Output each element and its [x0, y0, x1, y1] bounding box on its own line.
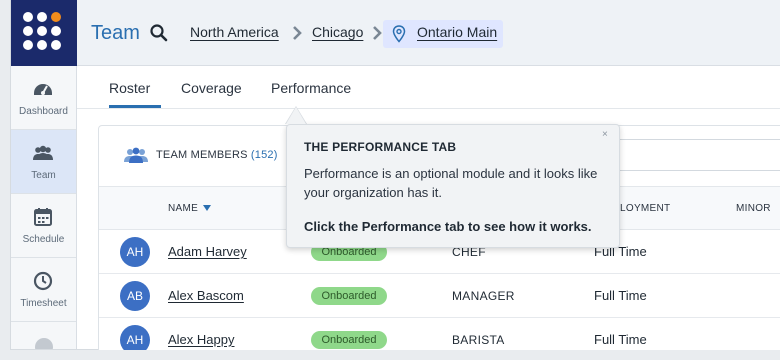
page-bottom-edge — [0, 350, 780, 360]
gauge-icon — [34, 84, 52, 95]
tab-roster[interactable]: Roster — [109, 80, 150, 96]
column-header-minor[interactable]: MINOR — [736, 203, 771, 214]
logo-dot — [37, 12, 47, 22]
logo-dot — [23, 26, 33, 36]
column-header-name[interactable]: NAME — [168, 203, 198, 214]
calendar-icon — [34, 208, 52, 226]
logo-dot — [51, 40, 61, 50]
member-employment: Full Time — [594, 332, 647, 347]
tooltip-pointer — [286, 107, 306, 124]
sidebar-item-label: Timesheet — [20, 298, 67, 309]
member-name-link[interactable]: Alex Bascom — [168, 288, 244, 303]
filter-input[interactable] — [612, 139, 780, 171]
avatar: AH — [120, 237, 150, 267]
breadcrumb-city[interactable]: Chicago — [312, 24, 363, 40]
member-employment: Full Time — [594, 288, 647, 303]
sidebar-item-team[interactable]: Team — [11, 130, 76, 194]
member-role: BARISTA — [452, 333, 505, 347]
status-badge: Onboarded — [311, 287, 387, 305]
tab-coverage[interactable]: Coverage — [181, 80, 242, 96]
sidebar-item-label: Dashboard — [19, 106, 68, 117]
chevron-right-icon — [373, 26, 382, 40]
sidebar: Dashboard Team Schedule Timesheet — [11, 66, 77, 349]
clock-icon — [33, 271, 53, 291]
logo-dot — [23, 12, 33, 22]
search-icon[interactable] — [149, 23, 169, 43]
people-icon — [124, 147, 148, 163]
tabs-divider — [77, 108, 780, 109]
info-icon[interactable] — [35, 338, 53, 349]
breadcrumb-location[interactable]: Ontario Main — [417, 24, 497, 40]
close-icon[interactable]: × — [602, 129, 608, 140]
avatar: AB — [120, 281, 150, 311]
logo-dot — [51, 26, 61, 36]
status-badge: Onboarded — [311, 331, 387, 349]
tooltip-body: Performance is an optional module and it… — [304, 166, 598, 200]
member-name-link[interactable]: Adam Harvey — [168, 244, 247, 259]
member-name-link[interactable]: Alex Happy — [168, 332, 234, 347]
sidebar-item-label: Team — [31, 170, 56, 181]
sort-down-icon[interactable] — [203, 205, 211, 211]
logo-dot — [37, 26, 47, 36]
people-icon — [33, 145, 53, 160]
sidebar-item-label: Schedule — [22, 234, 65, 245]
map-pin-icon — [392, 25, 406, 43]
team-members-heading: TEAM MEMBERS (152) — [156, 149, 278, 161]
sidebar-item-timesheet[interactable]: Timesheet — [11, 258, 76, 322]
logo-dot — [51, 12, 61, 22]
sidebar-item-schedule[interactable]: Schedule — [11, 194, 76, 258]
app-logo[interactable] — [11, 0, 77, 66]
tab-performance[interactable]: Performance — [271, 80, 351, 96]
tooltip-title: THE PERFORMANCE TAB — [304, 140, 457, 154]
top-header: Team North America Chicago Ontario Main — [11, 0, 780, 66]
tooltip-cta: Click the Performance tab to see how it … — [304, 219, 592, 234]
column-header-employment[interactable]: LOYMENT — [620, 203, 670, 214]
chevron-right-icon — [293, 26, 302, 40]
sidebar-item-dashboard[interactable]: Dashboard — [11, 66, 76, 130]
team-members-label: TEAM MEMBERS — [156, 149, 248, 161]
breadcrumb-region[interactable]: North America — [190, 24, 279, 40]
member-role: MANAGER — [452, 289, 515, 303]
team-members-count: (152) — [250, 149, 278, 161]
logo-dot — [37, 40, 47, 50]
logo-dot — [23, 40, 33, 50]
page-title: Team — [91, 22, 140, 44]
